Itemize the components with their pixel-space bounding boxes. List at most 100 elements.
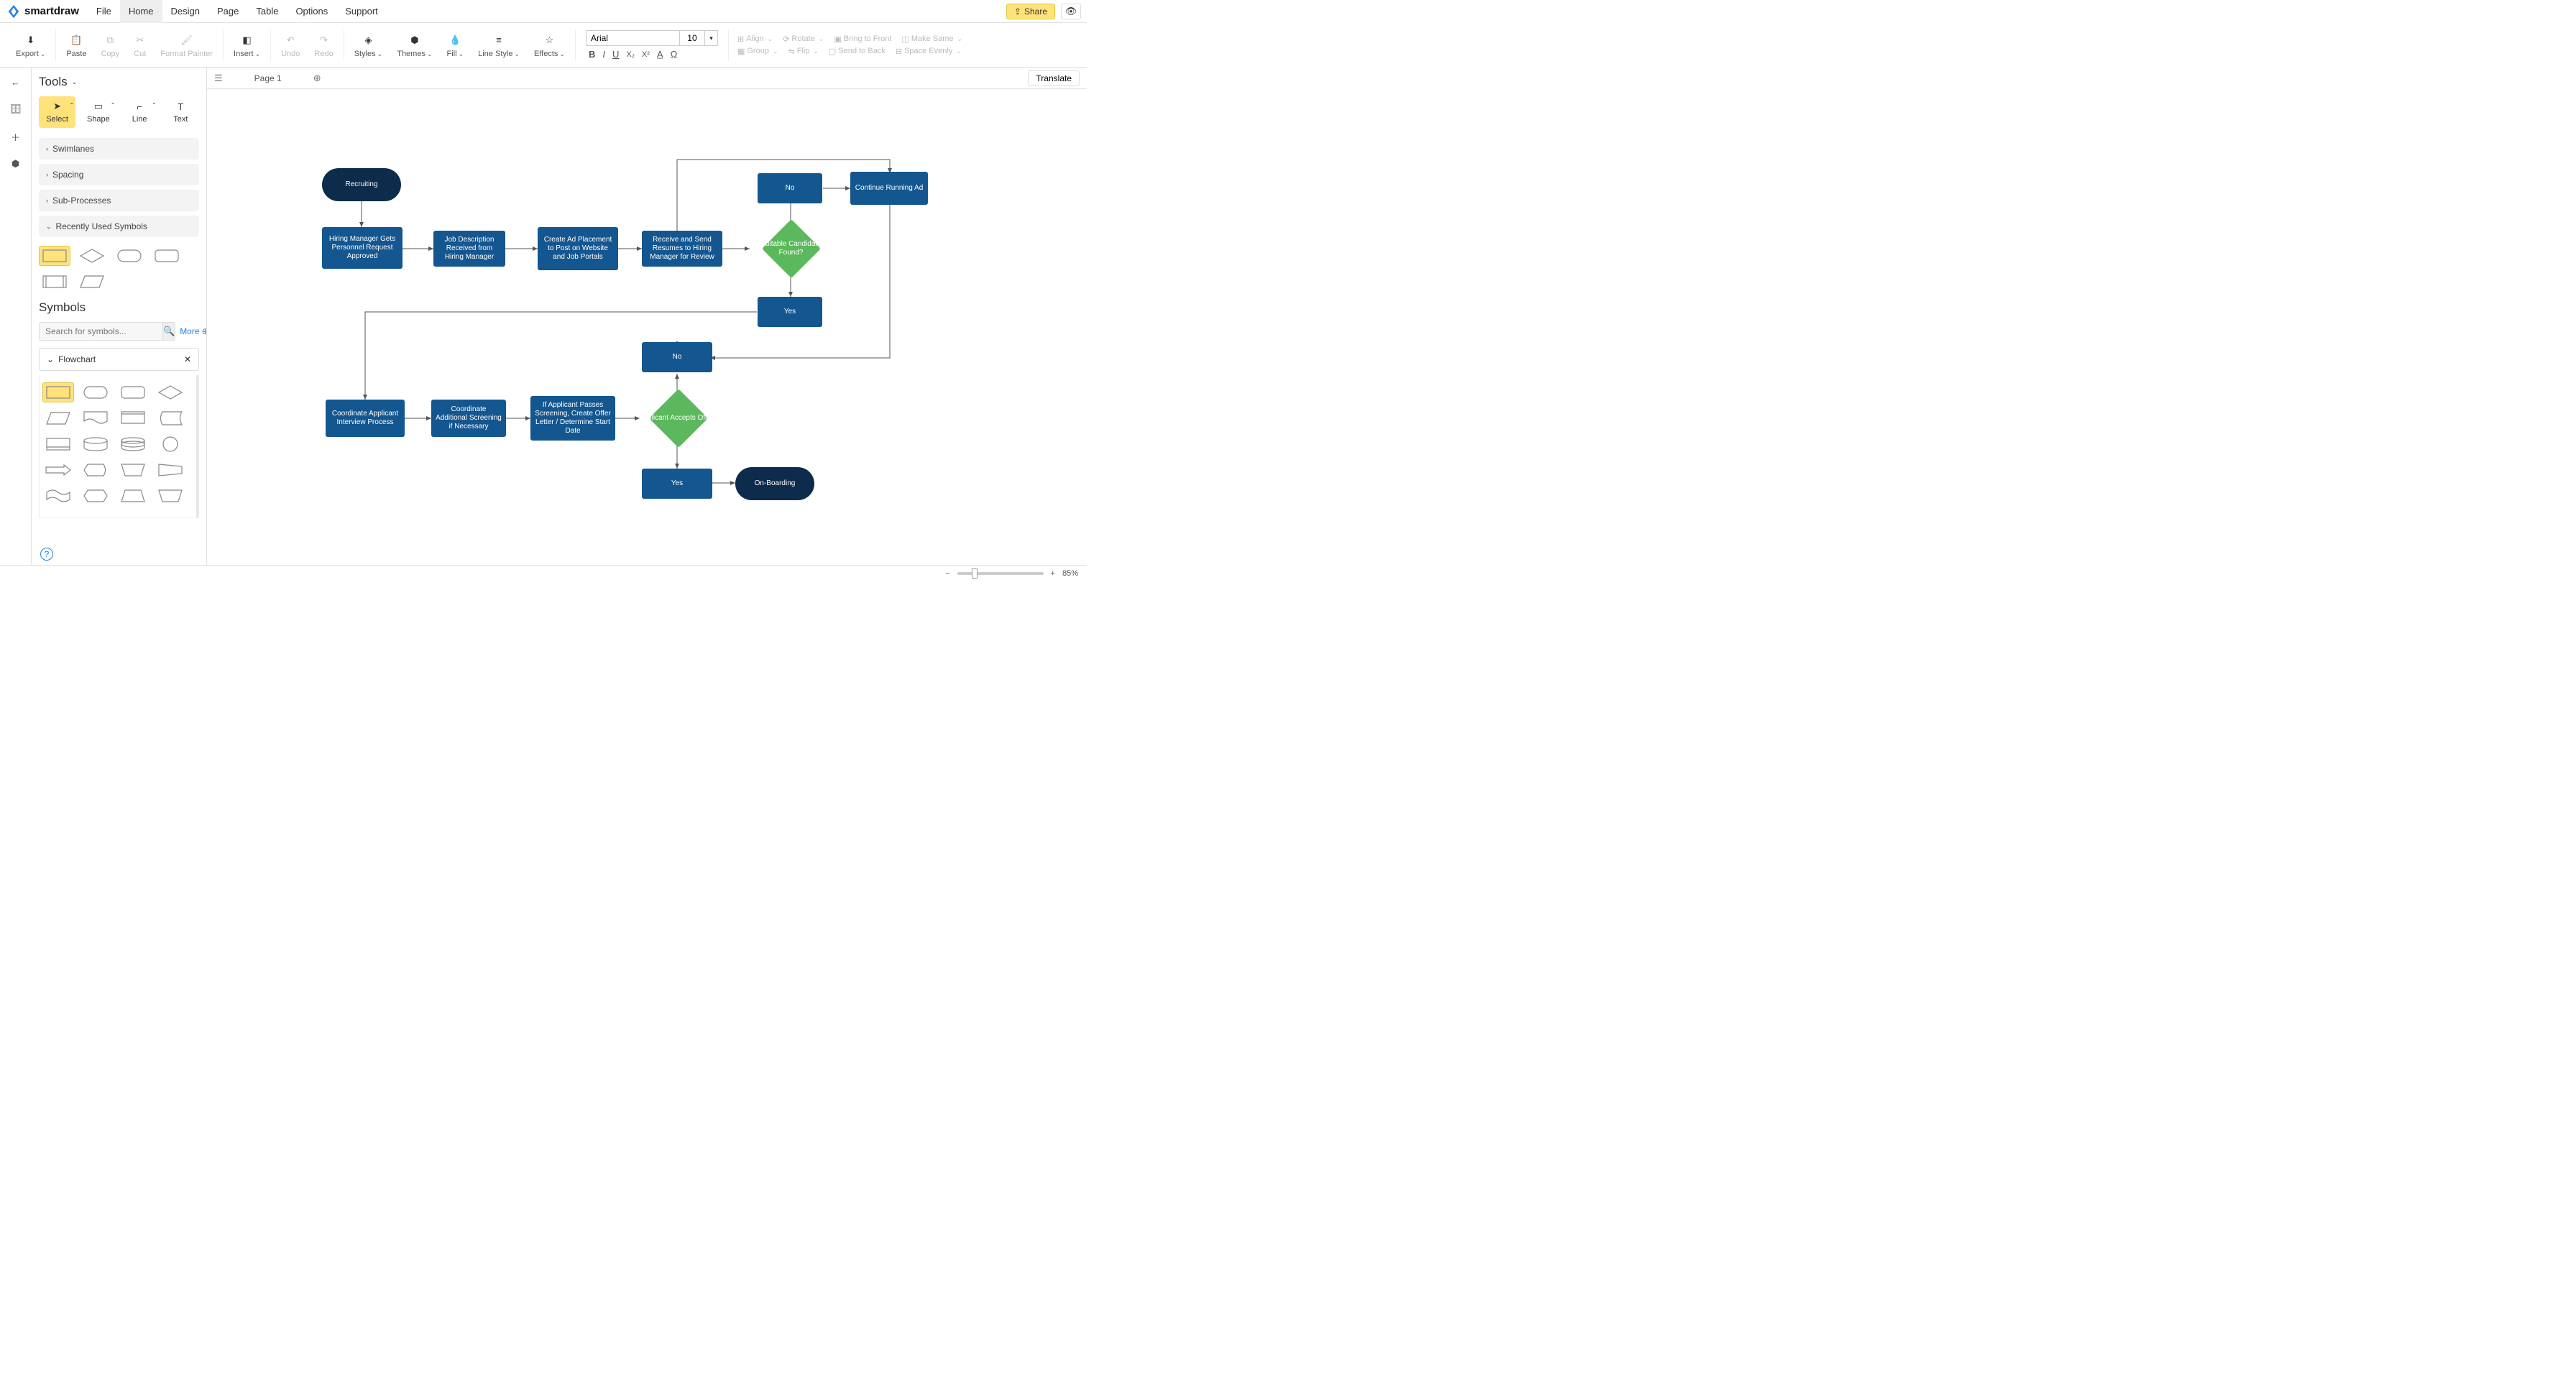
flowchart-category[interactable]: ⌄Flowchart ✕ (39, 348, 199, 371)
menu-options[interactable]: Options (287, 0, 336, 23)
text-tool[interactable]: TText (162, 96, 199, 128)
symbol-data[interactable] (76, 272, 108, 292)
font-size-dropdown[interactable]: ▾ (705, 30, 718, 46)
close-icon[interactable]: ✕ (184, 354, 191, 364)
superscript-button[interactable]: X² (642, 50, 650, 59)
make-same-button[interactable]: ◫Make Same⌄ (901, 34, 962, 44)
space-evenly-button[interactable]: ⊟Space Evenly⌄ (896, 47, 962, 56)
data-button[interactable]: ⬢ (9, 157, 23, 171)
bring-front-button[interactable]: ▣Bring to Front (834, 34, 891, 44)
add-page-button[interactable]: ⊕ (313, 73, 321, 84)
sym-decision[interactable] (155, 382, 186, 402)
sym-storage[interactable] (155, 408, 186, 428)
italic-button[interactable]: I (602, 49, 605, 60)
redo-button[interactable]: ↷ Redo (307, 23, 340, 68)
font-name-input[interactable] (586, 30, 679, 46)
briefcase-button[interactable]: 🗄 (9, 102, 23, 116)
format-painter-button[interactable]: 🖌 Format Painter (153, 23, 220, 68)
menu-design[interactable]: Design (162, 0, 208, 23)
sym-circle[interactable] (155, 434, 186, 454)
page-list-button[interactable]: ☰ (214, 73, 223, 84)
sym-data[interactable] (42, 408, 74, 428)
effects-button[interactable]: ☆ Effects⌄ (527, 23, 572, 68)
node-no2[interactable]: No (642, 342, 712, 372)
share-button[interactable]: ⇪ Share (1006, 4, 1055, 19)
sym-arrow[interactable] (42, 460, 74, 480)
sym-disk[interactable] (80, 434, 111, 454)
sym-document[interactable] (80, 408, 111, 428)
node-yes2[interactable]: Yes (642, 469, 712, 499)
page-tab-1[interactable]: Page 1 (233, 73, 303, 83)
node-hiring-approved[interactable]: Hiring Manager Gets Personnel Request Ap… (322, 227, 402, 269)
line-style-button[interactable]: ≡ Line Style⌄ (471, 23, 527, 68)
symbol-search-input[interactable] (39, 322, 163, 341)
recent-symbols-accordion[interactable]: ⌄Recently Used Symbols (39, 216, 199, 237)
symbol-subprocess[interactable] (39, 272, 70, 292)
menu-home[interactable]: Home (120, 0, 162, 23)
export-button[interactable]: ⬇ Export⌄ (9, 23, 52, 68)
node-create-ad[interactable]: Create Ad Placement to Post on Website a… (538, 227, 618, 270)
app-logo[interactable]: smartdraw (6, 4, 79, 19)
menu-support[interactable]: Support (336, 0, 387, 23)
sym-prep[interactable] (155, 460, 186, 480)
zoom-out-button[interactable]: − (945, 569, 949, 578)
node-receive-resumes[interactable]: Receive and Send Resumes to Hiring Manag… (642, 231, 722, 267)
symbol-search-button[interactable]: 🔍 (162, 322, 175, 341)
menu-page[interactable]: Page (208, 0, 247, 23)
font-color-button[interactable]: A̲ (657, 49, 663, 60)
menu-file[interactable]: File (88, 0, 120, 23)
sym-trap[interactable] (117, 486, 149, 506)
node-recruiting[interactable]: Recruiting (322, 168, 401, 201)
paste-button[interactable]: 📋 Paste (59, 23, 93, 68)
node-onboarding[interactable]: On-Boarding (735, 467, 814, 500)
sym-process[interactable] (42, 382, 74, 402)
spacing-accordion[interactable]: ›Spacing (39, 164, 199, 185)
node-continue-ad[interactable]: Continue Running Ad (850, 172, 928, 205)
zoom-in-button[interactable]: + (1051, 569, 1055, 578)
swimlanes-accordion[interactable]: ›Swimlanes (39, 138, 199, 160)
sym-manual[interactable] (117, 460, 149, 480)
more-symbols-link[interactable]: More ⊕ (180, 326, 207, 336)
subprocesses-accordion[interactable]: ›Sub-Processes (39, 190, 199, 211)
sym-trap2[interactable] (155, 486, 186, 506)
subscript-button[interactable]: X₂ (626, 50, 635, 59)
rotate-button[interactable]: ⟳Rotate⌄ (783, 34, 824, 44)
add-button[interactable]: ＋ (9, 129, 23, 144)
fill-button[interactable]: 💧 Fill⌄ (440, 23, 472, 68)
node-offer[interactable]: If Applicant Passes Screening, Create Of… (530, 396, 615, 441)
themes-button[interactable]: ⬢ Themes⌄ (390, 23, 439, 68)
sym-rounded[interactable] (117, 382, 149, 402)
node-accepts-decision[interactable]: Applicant Accepts Offer? (637, 392, 719, 444)
sym-display[interactable] (80, 460, 111, 480)
underline-button[interactable]: U (612, 49, 619, 60)
symbol-process[interactable] (39, 246, 70, 266)
styles-button[interactable]: ◈ Styles⌄ (347, 23, 390, 68)
sym-database[interactable] (117, 434, 149, 454)
sym-hex[interactable] (80, 486, 111, 506)
zoom-slider[interactable] (957, 572, 1044, 575)
node-coord-screen[interactable]: Coordinate Additional Screening if Neces… (431, 400, 506, 437)
symbol-decision[interactable] (76, 246, 108, 266)
flip-button[interactable]: ⇋Flip⌄ (788, 47, 819, 56)
cut-button[interactable]: ✂ Cut (126, 23, 153, 68)
shape-tool[interactable]: ⌄▭Shape (80, 96, 116, 128)
line-tool[interactable]: ⌄⌐Line (121, 96, 158, 128)
translate-button[interactable]: Translate (1028, 70, 1080, 86)
node-coord-interview[interactable]: Coordinate Applicant Interview Process (326, 400, 405, 437)
symbol-rounded[interactable] (151, 246, 183, 266)
canvas[interactable]: Recruiting Hiring Manager Gets Personnel… (207, 89, 1087, 565)
send-back-button[interactable]: ▢Send to Back (829, 47, 886, 56)
insert-button[interactable]: ◧ Insert⌄ (226, 23, 267, 68)
node-no1[interactable]: No (758, 173, 822, 203)
preview-button[interactable]: 👁 (1061, 4, 1081, 19)
sym-tape[interactable] (42, 486, 74, 506)
font-size-input[interactable] (679, 30, 705, 46)
bold-button[interactable]: B (589, 49, 595, 60)
back-button[interactable]: ← (9, 75, 23, 89)
sym-doc2[interactable] (117, 408, 149, 428)
group-button[interactable]: ▦Group⌄ (737, 47, 778, 56)
node-yes1[interactable]: Yes (758, 297, 822, 327)
node-job-desc[interactable]: Job Description Received from Hiring Man… (433, 231, 505, 267)
symbol-terminator[interactable] (114, 246, 145, 266)
node-suitable-decision[interactable]: Suitable Candidate Found? (750, 223, 832, 275)
